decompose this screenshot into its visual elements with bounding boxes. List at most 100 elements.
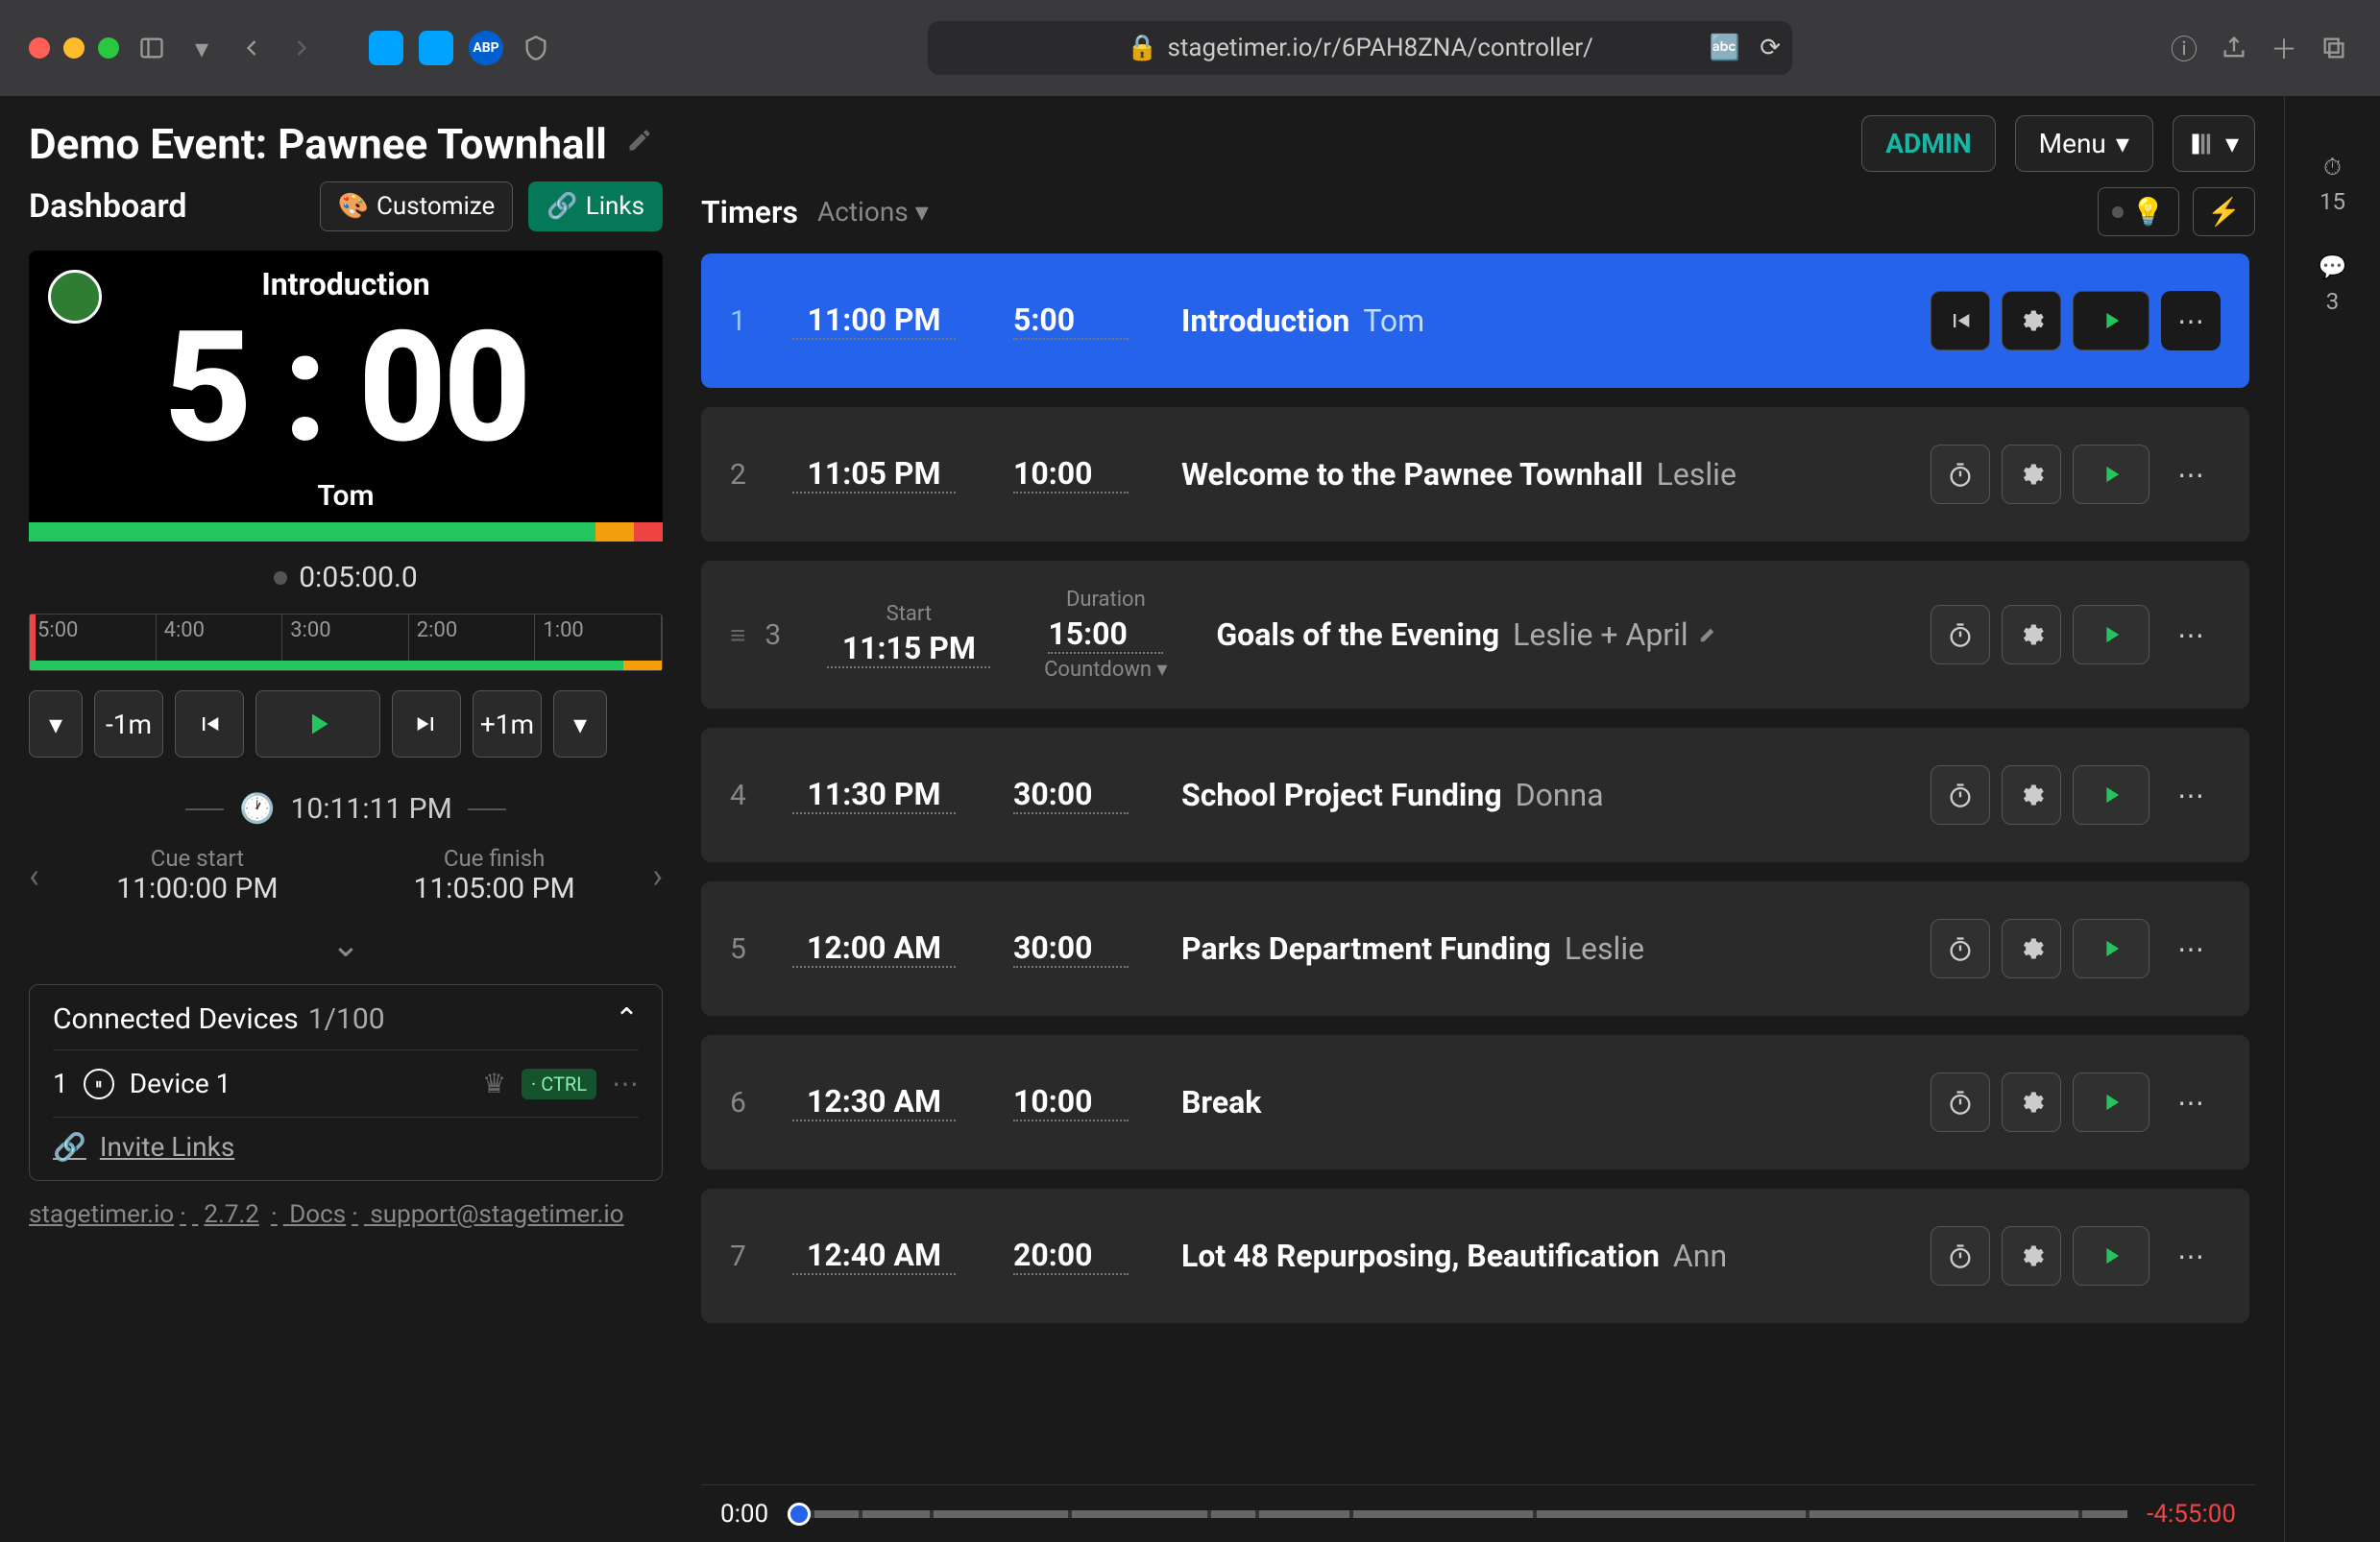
flash-button[interactable]: ⚡ xyxy=(2193,187,2255,236)
timer-settings-button[interactable] xyxy=(2002,1226,2061,1286)
timer-more-button[interactable]: ⋯ xyxy=(2161,1072,2221,1132)
device-more-icon[interactable]: ⋯ xyxy=(612,1068,639,1099)
countdown-label[interactable]: Countdown ▾ xyxy=(1024,658,1187,682)
settings-panel-button[interactable]: ▾ xyxy=(2173,115,2255,172)
translate-icon[interactable]: 🔤 xyxy=(1710,34,1740,62)
timer-settings-button[interactable] xyxy=(2002,445,2061,504)
timer-duration[interactable]: 30:00 xyxy=(1013,776,1129,814)
prev-button[interactable] xyxy=(175,690,244,758)
timer-play-button[interactable] xyxy=(2073,291,2149,350)
refresh-icon[interactable]: ⟳ xyxy=(1760,34,1781,62)
cue-prev-button[interactable]: ‹ xyxy=(29,855,39,896)
footer-site-link[interactable]: stagetimer.io xyxy=(29,1200,174,1229)
timer-start[interactable]: 11:00 PM xyxy=(792,301,956,340)
collapse-devices-button[interactable]: ⌃ xyxy=(615,1002,639,1036)
timer-more-button[interactable]: ⋯ xyxy=(2161,605,2221,664)
share-icon[interactable] xyxy=(2217,31,2251,65)
tabs-icon[interactable] xyxy=(2317,31,2351,65)
timer-more-button[interactable]: ⋯ xyxy=(2161,919,2221,978)
timer-row[interactable]: 2 11:05 PM 10:00 Welcome to the Pawnee T… xyxy=(701,407,2249,542)
forward-icon[interactable] xyxy=(284,31,319,65)
maximize-window[interactable] xyxy=(98,37,119,59)
minus-1m-button[interactable]: -1m xyxy=(94,690,163,758)
cue-next-button[interactable]: › xyxy=(652,855,663,896)
timer-start[interactable]: 12:30 AM xyxy=(792,1083,956,1121)
minus-more-button[interactable]: ▾ xyxy=(29,690,83,758)
back-icon[interactable] xyxy=(234,31,269,65)
timer-duration[interactable]: 5:00 xyxy=(1013,301,1129,340)
timer-settings-button[interactable] xyxy=(2002,1072,2061,1132)
timer-row[interactable]: 5 12:00 AM 30:00 Parks Department Fundin… xyxy=(701,881,2249,1016)
stopwatch-button[interactable] xyxy=(1931,1072,1990,1132)
info-icon[interactable]: ⓘ xyxy=(2167,31,2201,65)
links-button[interactable]: 🔗Links xyxy=(528,181,663,231)
timer-more-button[interactable]: ⋯ xyxy=(2161,765,2221,825)
footer-docs-link[interactable]: Docs xyxy=(289,1200,346,1229)
sidebar-toggle-icon[interactable] xyxy=(134,31,169,65)
timer-settings-button[interactable] xyxy=(2002,765,2061,825)
timer-play-button[interactable] xyxy=(2073,765,2149,825)
expand-cue-button[interactable]: ⌄ xyxy=(29,925,663,965)
footer-email-link[interactable]: support@stagetimer.io xyxy=(370,1200,623,1229)
close-window[interactable] xyxy=(29,37,50,59)
timer-row[interactable]: ≡ 3 Start11:15 PM Duration15:00Countdown… xyxy=(701,561,2249,709)
timer-row[interactable]: 6 12:30 AM 10:00 Break ⋯ xyxy=(701,1035,2249,1169)
device-item[interactable]: 1 ⏸ Device 1 ♛ · CTRL ⋯ xyxy=(53,1049,639,1117)
timer-play-button[interactable] xyxy=(2073,1072,2149,1132)
new-tab-icon[interactable]: ＋ xyxy=(2267,31,2301,65)
honey-extension-icon[interactable] xyxy=(369,31,403,65)
timer-duration[interactable]: 10:00 xyxy=(1013,1083,1129,1121)
timer-start[interactable]: 12:40 AM xyxy=(792,1237,956,1275)
timer-start[interactable]: 11:15 PM xyxy=(827,630,990,668)
timer-row[interactable]: 7 12:40 AM 20:00 Lot 48 Repurposing, Bea… xyxy=(701,1189,2249,1323)
menu-button[interactable]: Menu ▾ xyxy=(2015,115,2153,172)
shield-icon[interactable] xyxy=(519,31,553,65)
timers-actions-dropdown[interactable]: Actions ▾ xyxy=(817,196,929,228)
timer-play-button[interactable] xyxy=(2073,605,2149,664)
url-bar[interactable]: 🔒 stagetimer.io/r/6PAH8ZNA/controller/ 🔤… xyxy=(928,21,1792,75)
reset-timer-button[interactable] xyxy=(1931,291,1990,350)
edit-icon[interactable] xyxy=(1698,619,1719,651)
admin-button[interactable]: ADMIN xyxy=(1861,115,1995,172)
timer-row[interactable]: 4 11:30 PM 30:00 School Project Funding … xyxy=(701,728,2249,862)
plus-more-button[interactable]: ▾ xyxy=(553,690,607,758)
timer-start[interactable]: 11:05 PM xyxy=(792,455,956,494)
play-button[interactable] xyxy=(255,690,380,758)
timer-row[interactable]: 1 11:00 PM 5:00 Introduction Tom ⋯ xyxy=(701,253,2249,388)
timer-play-button[interactable] xyxy=(2073,919,2149,978)
rail-messages-button[interactable]: 💬 3 xyxy=(2319,253,2347,315)
timer-settings-button[interactable] xyxy=(2002,919,2061,978)
timer-start[interactable]: 12:00 AM xyxy=(792,929,956,968)
timer-settings-button[interactable] xyxy=(2002,605,2061,664)
lock-extension-icon[interactable] xyxy=(419,31,453,65)
abp-extension-icon[interactable]: ABP xyxy=(469,31,503,65)
timer-play-button[interactable] xyxy=(2073,1226,2149,1286)
bottom-timeline[interactable]: 0:00 -4:55:00 xyxy=(701,1484,2255,1542)
stopwatch-button[interactable] xyxy=(1931,445,1990,504)
chevron-down-icon[interactable]: ▾ xyxy=(184,31,219,65)
minimize-window[interactable] xyxy=(63,37,85,59)
timeline-track[interactable] xyxy=(788,1510,2127,1518)
timer-start[interactable]: 11:30 PM xyxy=(792,776,956,814)
drag-handle-icon[interactable]: ≡ xyxy=(730,619,745,651)
timer-duration[interactable]: 30:00 xyxy=(1013,929,1129,968)
edit-title-icon[interactable] xyxy=(626,127,653,160)
timer-duration[interactable]: 20:00 xyxy=(1013,1237,1129,1275)
timer-more-button[interactable]: ⋯ xyxy=(2161,1226,2221,1286)
timer-play-button[interactable] xyxy=(2073,445,2149,504)
stopwatch-button[interactable] xyxy=(1931,919,1990,978)
timer-duration[interactable]: 10:00 xyxy=(1013,455,1129,494)
invite-links-button[interactable]: 🔗 Invite Links xyxy=(53,1117,639,1163)
blackout-toggle[interactable]: 💡 xyxy=(2098,187,2179,236)
stopwatch-button[interactable] xyxy=(1931,765,1990,825)
plus-1m-button[interactable]: +1m xyxy=(473,690,542,758)
stopwatch-button[interactable] xyxy=(1931,1226,1990,1286)
timer-settings-button[interactable] xyxy=(2002,291,2061,350)
time-ruler[interactable]: 5:00 4:00 3:00 2:00 1:00 xyxy=(29,614,663,671)
timer-more-button[interactable]: ⋯ xyxy=(2161,445,2221,504)
next-button[interactable] xyxy=(392,690,461,758)
timeline-thumb[interactable] xyxy=(788,1503,811,1526)
customize-button[interactable]: 🎨Customize xyxy=(320,181,514,231)
rail-timers-button[interactable]: ⏱ 15 xyxy=(2319,154,2345,215)
timer-duration[interactable]: 15:00 xyxy=(1048,615,1163,654)
